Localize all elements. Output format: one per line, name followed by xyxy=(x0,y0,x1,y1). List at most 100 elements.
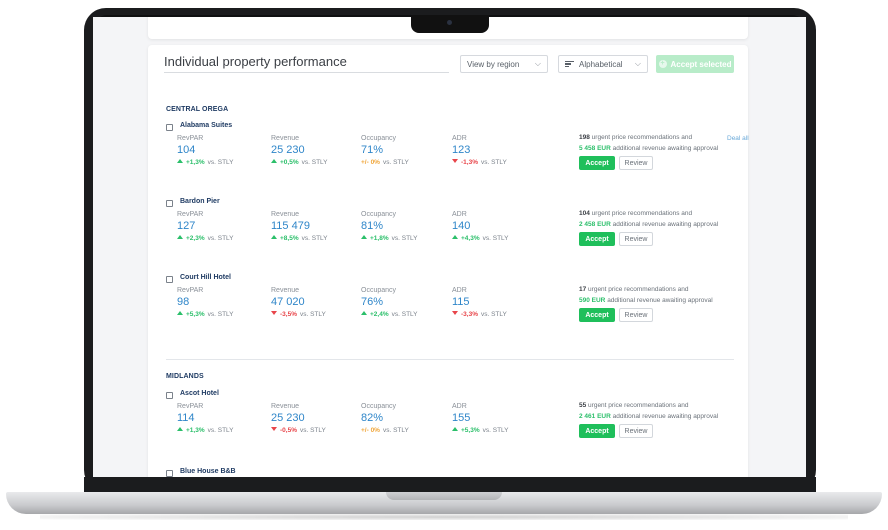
camera-notch xyxy=(411,15,489,33)
trend-up-icon xyxy=(361,235,367,239)
metric-value: 123 xyxy=(452,144,471,156)
delta-compare: vs. STLY xyxy=(382,427,409,434)
metric-value: 98 xyxy=(177,296,190,308)
metric-label: Revenue xyxy=(271,211,300,218)
region-heading: MIDLANDS xyxy=(166,373,204,380)
rec-buttons: Accept Review xyxy=(579,424,739,438)
delta-percent: +1,3% xyxy=(186,159,205,166)
accept-button[interactable]: Accept xyxy=(579,424,615,438)
rec-line-2: 2 458 EUR additional revenue awaiting ap… xyxy=(579,221,739,228)
trend-down-icon xyxy=(271,427,277,431)
rec-text-2: additional revenue awaiting approval xyxy=(607,297,713,304)
accept-button[interactable]: Accept xyxy=(579,308,615,322)
metric-revenue: Revenue 47 020 -3,5% vs. STLY xyxy=(271,287,361,318)
trend-up-icon xyxy=(452,427,458,431)
delta-compare: vs. STLY xyxy=(207,311,234,318)
trend-up-icon xyxy=(177,427,183,431)
rec-count: 198 xyxy=(579,134,590,141)
property-name: Blue House B&B xyxy=(180,468,236,475)
laptop-chin xyxy=(84,477,816,492)
region-heading: CENTRAL OREGA xyxy=(166,106,229,113)
accept-button[interactable]: Accept xyxy=(579,156,615,170)
rec-line-1: 104 urgent price recommendations and xyxy=(579,210,739,217)
recommendation-summary: 104 urgent price recommendations and 2 4… xyxy=(579,210,739,246)
metric-value: 25 230 xyxy=(271,412,305,424)
rec-text-2: additional revenue awaiting approval xyxy=(612,413,719,420)
delta-compare: vs. STLY xyxy=(299,311,326,318)
delta-compare: vs. STLY xyxy=(391,311,418,318)
metric-occupancy: Occupancy 82% +/- 0% vs. STLY xyxy=(361,403,451,434)
property-performance-panel: Individual property performance View by … xyxy=(148,45,748,477)
review-button[interactable]: Review xyxy=(619,232,653,246)
trend-up-icon xyxy=(271,159,277,163)
trend-down-icon xyxy=(452,159,458,163)
delta-compare: vs. STLY xyxy=(480,159,507,166)
trend-up-icon xyxy=(361,311,367,315)
accept-selected-label: Accept selected xyxy=(670,59,732,69)
metric-occupancy: Occupancy 76% +2,4% vs. STLY xyxy=(361,287,451,318)
metric-occupancy: Occupancy 71% +/- 0% vs. STLY xyxy=(361,135,451,166)
delta-compare: vs. STLY xyxy=(301,235,328,242)
metric-revpar: RevPAR 104 +1,3% vs. STLY xyxy=(177,135,267,166)
laptop-screen: Individual property performance View by … xyxy=(93,17,806,477)
title-underline xyxy=(164,72,449,73)
region-divider xyxy=(166,359,734,360)
deal-all-link[interactable]: Deal all xyxy=(727,135,749,142)
delta-percent: -1,3% xyxy=(461,159,478,166)
metric-delta: +/- 0% vs. STLY xyxy=(361,427,451,434)
metric-value: 47 020 xyxy=(271,296,305,308)
property-name: Ascot Hotel xyxy=(180,390,219,397)
delta-percent: +4,3% xyxy=(461,235,480,242)
property-checkbox[interactable] xyxy=(166,200,173,207)
review-button[interactable]: Review xyxy=(619,308,653,322)
laptop-shadow xyxy=(40,514,848,520)
review-button[interactable]: Review xyxy=(619,156,653,170)
metric-revpar: RevPAR 98 +5,3% vs. STLY xyxy=(177,287,267,318)
rec-line-1: 17 urgent price recommendations and xyxy=(579,286,739,293)
metric-label: Occupancy xyxy=(361,135,397,142)
rec-text-2: additional revenue awaiting approval xyxy=(612,145,719,152)
delta-percent: +1,8% xyxy=(370,235,389,242)
metric-delta: -3,5% vs. STLY xyxy=(271,311,361,318)
rec-line-2: 590 EUR additional revenue awaiting appr… xyxy=(579,297,739,304)
rec-text-2: additional revenue awaiting approval xyxy=(612,221,719,228)
delta-percent: +2,4% xyxy=(370,311,389,318)
trend-up-icon xyxy=(177,235,183,239)
view-by-region-select[interactable]: View by region ⌵ xyxy=(460,55,548,73)
sort-select[interactable]: Alphabetical ⌵ xyxy=(558,55,648,73)
property-checkbox[interactable] xyxy=(166,276,173,283)
rec-buttons: Accept Review xyxy=(579,156,739,170)
metric-revpar: RevPAR 114 +1,3% vs. STLY xyxy=(177,403,267,434)
delta-compare: vs. STLY xyxy=(480,311,507,318)
metric-delta: +5,3% vs. STLY xyxy=(177,311,267,318)
delta-percent: +0,5% xyxy=(280,159,299,166)
metric-value: 82% xyxy=(361,412,384,424)
metric-adr: ADR 115 -3,3% vs. STLY xyxy=(452,287,542,318)
review-button[interactable]: Review xyxy=(619,424,653,438)
property-checkbox[interactable] xyxy=(166,470,173,477)
delta-percent: +1,3% xyxy=(186,427,205,434)
metric-revenue: Revenue 25 230 -0,5% vs. STLY xyxy=(271,403,361,434)
rec-buttons: Accept Review xyxy=(579,308,739,322)
rec-count: 104 xyxy=(579,210,590,217)
delta-percent: +8,5% xyxy=(280,235,299,242)
delta-percent: -3,5% xyxy=(280,311,297,318)
metric-delta: +8,5% vs. STLY xyxy=(271,235,361,242)
metric-adr: ADR 140 +4,3% vs. STLY xyxy=(452,211,542,242)
property-name: Alabama Suites xyxy=(180,122,233,129)
metric-value: 127 xyxy=(177,220,196,232)
property-checkbox[interactable] xyxy=(166,392,173,399)
accept-button[interactable]: Accept xyxy=(579,232,615,246)
rec-buttons: Accept Review xyxy=(579,232,739,246)
delta-compare: vs. STLY xyxy=(482,427,509,434)
rec-text: urgent price recommendations and xyxy=(591,134,693,141)
plus-icon: + xyxy=(658,60,667,68)
delta-percent: +5,3% xyxy=(461,427,480,434)
rec-amount: 2 458 EUR xyxy=(579,221,611,228)
rec-amount: 590 EUR xyxy=(579,297,606,304)
property-checkbox[interactable] xyxy=(166,124,173,131)
property-name: Court Hill Hotel xyxy=(180,274,231,281)
trend-up-icon xyxy=(177,311,183,315)
metric-label: Occupancy xyxy=(361,403,397,410)
accept-selected-button[interactable]: + Accept selected xyxy=(656,55,734,73)
